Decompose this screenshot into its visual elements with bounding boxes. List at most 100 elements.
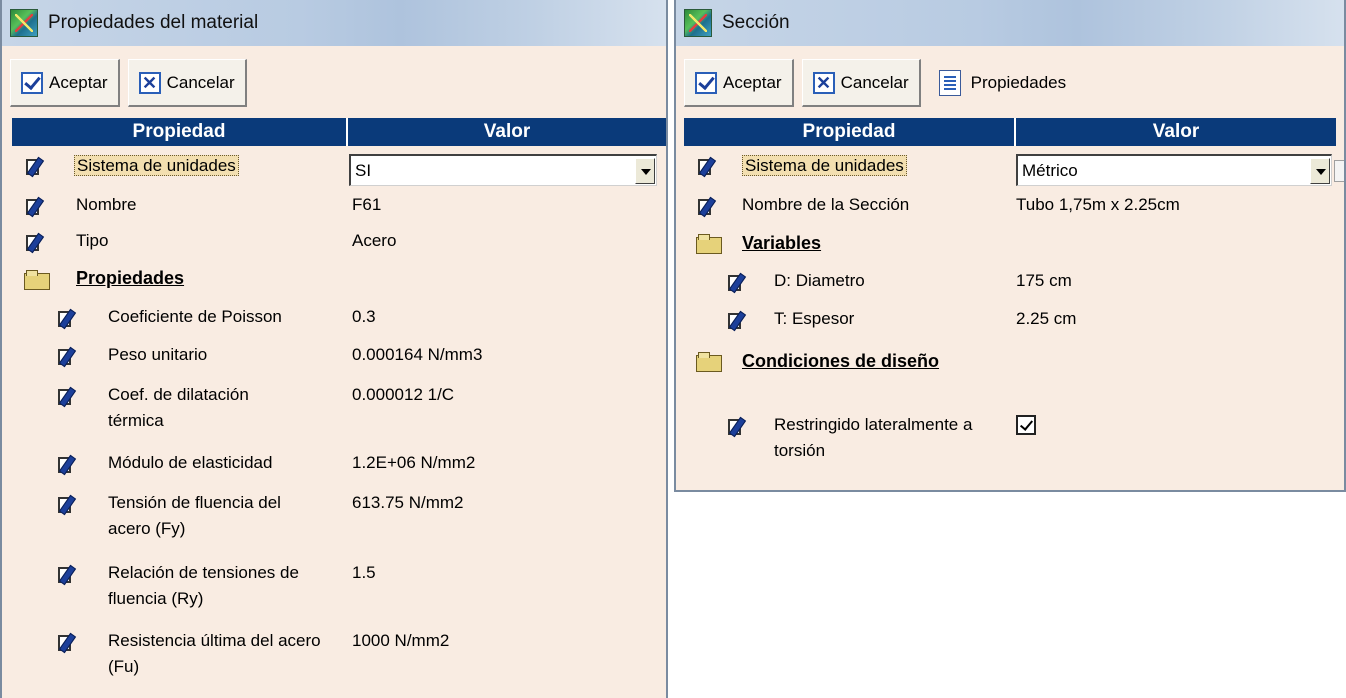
prop-label: Relación de tensiones de fluencia (Ry)	[108, 563, 299, 608]
prop-label: Coef. de dilatación térmica	[108, 385, 249, 430]
checkmark-icon	[695, 71, 717, 94]
restr-label: Restringido lateralmente a torsión	[774, 415, 973, 460]
edit-icon	[58, 495, 78, 515]
edit-icon	[26, 233, 46, 253]
units-value: SI	[355, 160, 372, 180]
title-bar[interactable]: Propiedades del material	[2, 0, 666, 46]
accept-button[interactable]: Aceptar	[684, 59, 794, 107]
prop-label: Peso unitario	[108, 345, 208, 364]
prop-value: 1.2E+06 N/mm2	[352, 453, 476, 472]
app-icon	[684, 9, 712, 37]
folder-icon	[696, 352, 722, 372]
window-title: Propiedades del material	[48, 12, 259, 33]
var-row[interactable]: D: Diametro 175 cm	[676, 268, 1344, 302]
window-title: Sección	[722, 12, 790, 33]
edit-icon	[26, 157, 46, 177]
prop-value: 1.5	[352, 563, 376, 582]
units-label: Sistema de unidades	[742, 155, 907, 176]
section-window: Sección Aceptar ✕ Cancelar Propiedades P…	[674, 0, 1346, 492]
prop-row[interactable]: Coef. de dilatación térmica 0.000012 1/C	[2, 382, 666, 442]
toolbar: Aceptar ✕ Cancelar Propiedades	[676, 54, 1344, 112]
prop-label: Coeficiente de Poisson	[108, 307, 282, 326]
cancel-button[interactable]: ✕ Cancelar	[127, 59, 247, 107]
edit-icon	[728, 273, 748, 293]
cancel-label: Cancelar	[166, 72, 235, 92]
cancel-button[interactable]: ✕ Cancelar	[801, 59, 921, 107]
row-tipo[interactable]: Tipo Acero	[2, 228, 666, 264]
edit-icon	[58, 633, 78, 653]
accept-label: Aceptar	[723, 72, 782, 92]
prop-label: Tensión de fluencia del acero (Fy)	[108, 493, 281, 538]
var-value: 2.25 cm	[1016, 309, 1077, 328]
nombre-label: Nombre	[76, 195, 137, 214]
toolbar: Aceptar ✕ Cancelar	[2, 54, 666, 112]
group-label: Propiedades	[76, 268, 185, 288]
var-label: D: Diametro	[774, 271, 865, 290]
header-property[interactable]: Propiedad	[684, 118, 1016, 146]
edit-icon	[698, 197, 718, 217]
edit-icon	[58, 565, 78, 585]
prop-value: 0.000012 1/C	[352, 385, 455, 404]
prop-row[interactable]: Coeficiente de Poisson 0.3	[2, 304, 666, 338]
chevron-down-icon[interactable]	[635, 157, 655, 184]
chevron-down-icon[interactable]	[1310, 157, 1330, 184]
nombre-value: F61	[352, 195, 382, 214]
prop-row[interactable]: Tensión de fluencia del acero (Fy) 613.7…	[2, 490, 666, 550]
units-dropdown[interactable]: SI	[349, 154, 657, 186]
prop-value: 0.000164 N/mm3	[352, 345, 483, 364]
edit-icon	[698, 157, 718, 177]
prop-row[interactable]: Peso unitario 0.000164 N/mm3	[2, 342, 666, 376]
edit-icon	[58, 347, 78, 367]
prop-value: 0.3	[352, 307, 376, 326]
restr-checkbox[interactable]	[1016, 415, 1036, 435]
edit-icon	[58, 455, 78, 475]
var-label: T: Espesor	[774, 309, 855, 328]
close-icon: ✕	[812, 71, 835, 94]
restr-row[interactable]: Restringido lateralmente a torsión	[676, 412, 1344, 474]
app-icon	[10, 9, 38, 37]
row-nombre[interactable]: Nombre F61	[2, 192, 666, 228]
var-row[interactable]: T: Espesor 2.25 cm	[676, 306, 1344, 340]
units-value: Métrico	[1022, 160, 1078, 180]
edit-icon	[58, 309, 78, 329]
var-value: 175 cm	[1016, 271, 1072, 290]
row-units[interactable]: Sistema de unidades Métrico	[676, 150, 1344, 190]
folder-icon	[24, 270, 50, 290]
prop-row[interactable]: Resistencia última del acero (Fu) 1000 N…	[2, 628, 666, 688]
group-label: Condiciones de diseño	[742, 351, 940, 371]
properties-label: Propiedades	[970, 73, 1067, 92]
header-value[interactable]: Valor	[1016, 118, 1336, 146]
prop-label: Módulo de elasticidad	[108, 453, 273, 472]
folder-icon	[696, 234, 722, 254]
row-nombre[interactable]: Nombre de la Sección Tubo 1,75m x 2.25cm	[676, 192, 1344, 226]
material-properties-window: Propiedades del material Aceptar ✕ Cance…	[0, 0, 668, 698]
prop-row[interactable]: Relación de tensiones de fluencia (Ry) 1…	[2, 560, 666, 620]
prop-value: 613.75 N/mm2	[352, 493, 464, 512]
scrollbar[interactable]	[1334, 160, 1344, 182]
units-dropdown[interactable]: Métrico	[1016, 154, 1332, 186]
edit-icon	[728, 311, 748, 331]
group-condiciones[interactable]: Condiciones de diseño	[676, 344, 1344, 406]
tipo-label: Tipo	[76, 231, 109, 250]
group-label: Variables	[742, 233, 822, 253]
checkmark-icon	[21, 71, 43, 94]
title-bar[interactable]: Sección	[676, 0, 1344, 46]
units-label: Sistema de unidades	[74, 155, 239, 176]
nombre-label: Nombre de la Sección	[742, 195, 910, 214]
properties-button[interactable]: Propiedades	[929, 59, 1076, 107]
tipo-value: Acero	[352, 231, 397, 250]
prop-label: Resistencia última del acero (Fu)	[108, 631, 321, 676]
close-icon: ✕	[138, 71, 161, 94]
edit-icon	[26, 197, 46, 217]
group-propiedades[interactable]: Propiedades	[2, 262, 666, 296]
grid-header: Propiedad Valor	[684, 118, 1336, 146]
accept-button[interactable]: Aceptar	[10, 59, 120, 107]
nombre-value: Tubo 1,75m x 2.25cm	[1016, 195, 1180, 214]
grid-header: Propiedad Valor	[12, 118, 666, 146]
prop-row[interactable]: Módulo de elasticidad 1.2E+06 N/mm2	[2, 450, 666, 484]
group-variables[interactable]: Variables	[676, 226, 1344, 260]
cancel-label: Cancelar	[840, 72, 909, 92]
row-units[interactable]: Sistema de unidades SI	[2, 150, 666, 190]
header-property[interactable]: Propiedad	[12, 118, 348, 146]
header-value[interactable]: Valor	[348, 118, 666, 146]
